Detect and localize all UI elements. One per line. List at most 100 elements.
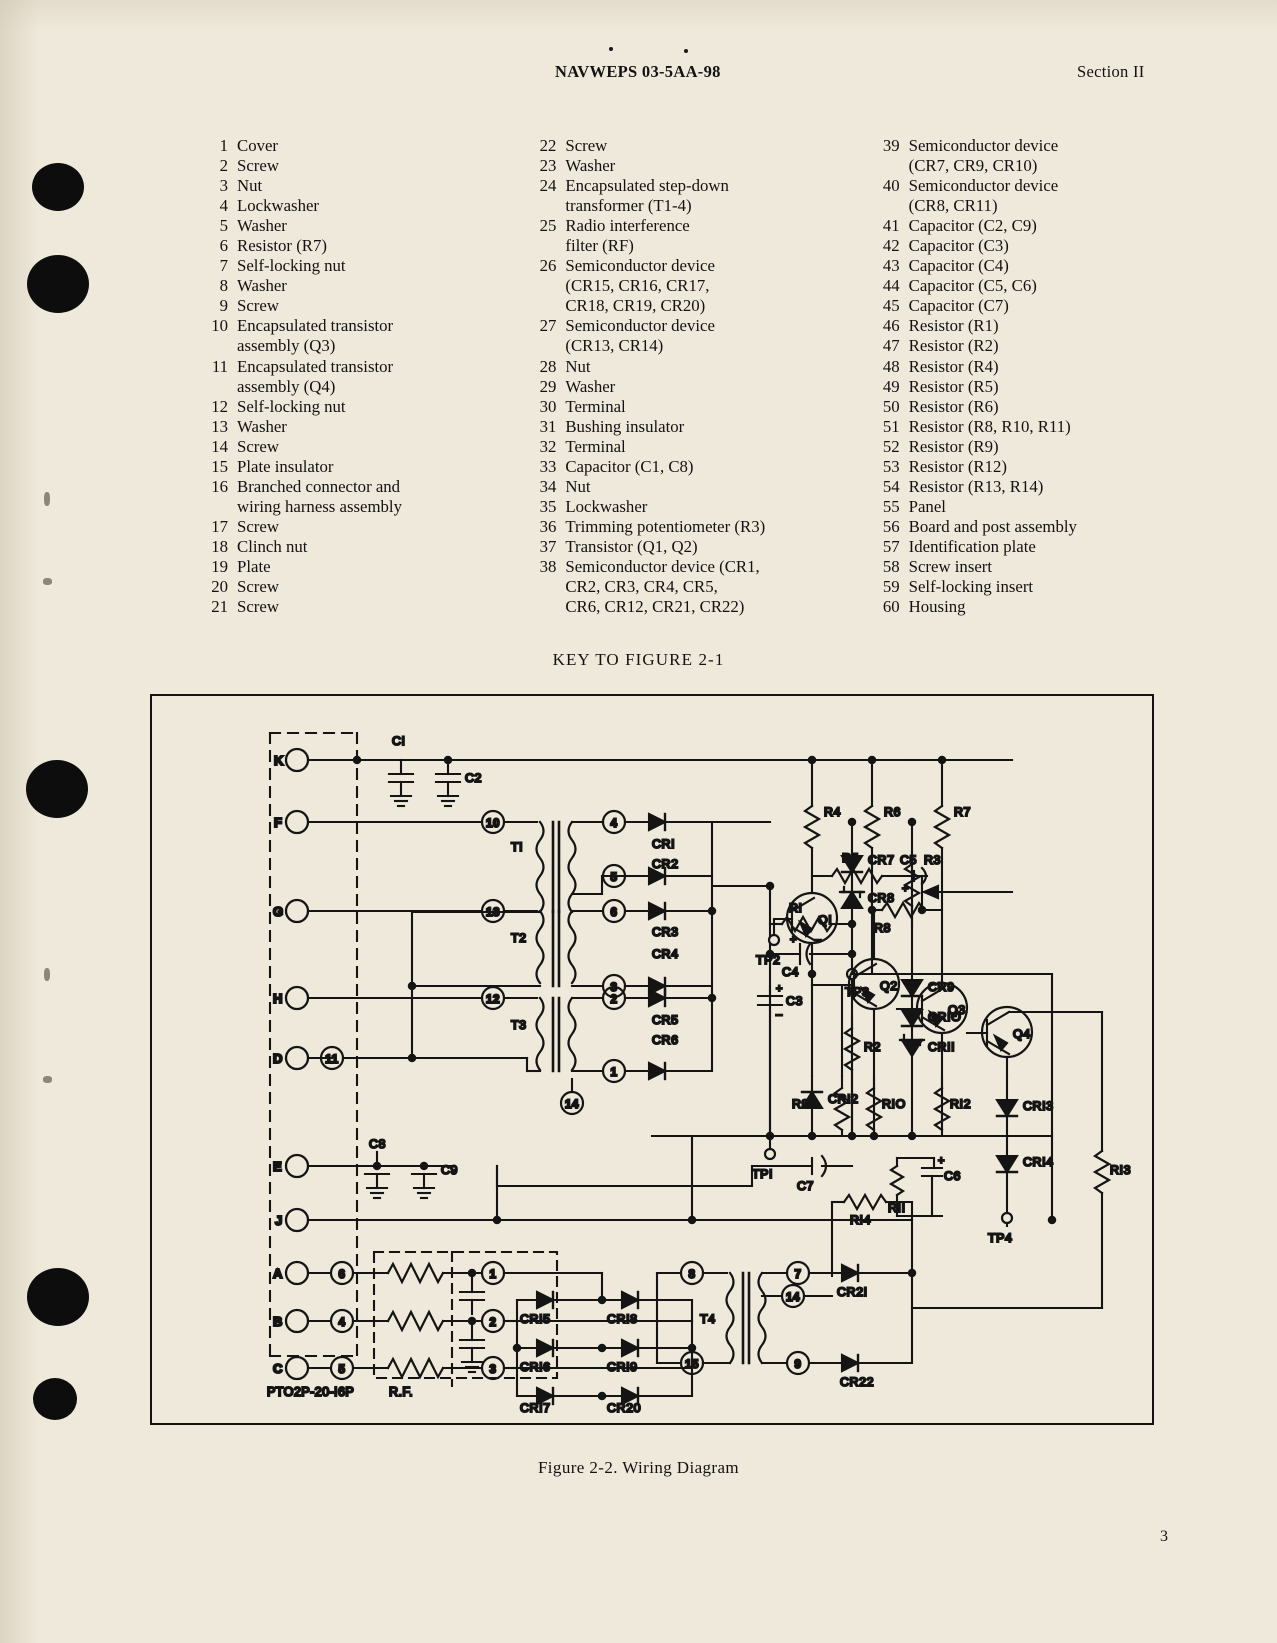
parts-key-text-line: Resistor (R5): [908, 376, 999, 396]
parts-key-item: 33 Capacitor (C1, C8): [528, 457, 871, 477]
parts-key-item: 47 Resistor (R2): [872, 336, 1200, 356]
parts-key-item: 51 Resistor (R8, R10, R11): [872, 417, 1200, 437]
parts-key-text-line: Screw: [237, 156, 279, 176]
component-label-CR6: CR6: [652, 1033, 679, 1047]
pin-6-rf: 6: [338, 1268, 345, 1281]
parts-key-text: Capacitor (C4): [909, 256, 1200, 276]
parts-key-item: 32 Terminal: [528, 437, 871, 457]
parts-key-text-line: Lockwasher: [565, 496, 648, 516]
parts-key-item: 56 Board and post assembly: [872, 517, 1200, 537]
parts-key-number: 19: [211, 556, 228, 576]
parts-key-text-line: Washer: [237, 276, 287, 296]
component-label-C3: C3: [786, 994, 803, 1008]
terminal-label-G: G: [273, 904, 284, 919]
parts-key-item: 35 Lockwasher: [528, 497, 871, 517]
parts-key-number: 60: [882, 597, 900, 617]
parts-key-text-line: Resistor (R7): [237, 236, 327, 256]
parts-key-text: Washer: [237, 417, 528, 437]
parts-key-number: 46: [882, 316, 900, 336]
parts-key-text-line: Screw insert: [908, 556, 993, 576]
parts-key-text-line: Resistor (R13, R14): [908, 476, 1044, 496]
parts-key-item: 1 Cover: [200, 136, 528, 156]
parts-key-number: 1: [219, 136, 228, 155]
parts-key-item: 53 Resistor (R12): [872, 457, 1200, 477]
pin-2: 2: [610, 993, 617, 1006]
terminal-label-H: H: [273, 991, 283, 1006]
pin-5-rf: 5: [338, 1363, 345, 1376]
parts-key-text: Screw: [237, 517, 528, 537]
parts-key-text-continuation: (CR7, CR9, CR10): [908, 156, 1038, 176]
parts-key-text: Clinch nut: [237, 537, 528, 557]
parts-key-text-line: Capacitor (C2, C9): [908, 216, 1037, 236]
parts-key-item: 13 Washer: [200, 417, 528, 437]
parts-key-text: Washer: [237, 276, 528, 296]
parts-key-text-continuation: wiring harness assembly: [237, 496, 402, 516]
parts-key-number: 33: [539, 456, 557, 476]
parts-key-number: 10: [211, 316, 228, 336]
polarity-plus-C6: +: [938, 1155, 945, 1167]
parts-key-text-line: Semiconductor device (CR1,: [565, 556, 760, 576]
parts-key-number: 58: [882, 556, 900, 576]
parts-key-text-continuation: CR6, CR12, CR21, CR22): [565, 597, 745, 617]
schematic-svg: K F G H D E J A B C CI C2 10 13 12 11 TI…: [266, 731, 1132, 1416]
parts-key-item: 27 Semiconductor device (CR13, CR14): [528, 316, 871, 356]
pin-4: 4: [610, 817, 617, 830]
parts-key-item: 58 Screw insert: [872, 557, 1200, 577]
component-label-CR21: CR2I: [837, 1285, 868, 1299]
parts-key-number: 55: [882, 496, 900, 516]
parts-key-text-continuation: CR2, CR3, CR4, CR5,: [565, 577, 718, 597]
punch-hole: [26, 760, 88, 818]
parts-key-number: 24: [539, 176, 557, 196]
polarity-plus-C3: +: [776, 983, 783, 995]
parts-key-number: 32: [539, 436, 557, 456]
parts-key-item: 9 Screw: [200, 296, 528, 316]
polarity-plus-C5: +: [902, 883, 909, 895]
component-label-C7: C7: [797, 1179, 814, 1193]
component-label-CR13: CRI3: [1023, 1099, 1054, 1113]
parts-key-number: 42: [882, 236, 900, 256]
parts-key-number: 9: [219, 296, 228, 316]
parts-key-text-line: Cover: [237, 136, 279, 155]
parts-key-text-line: Nut: [565, 476, 591, 496]
parts-key-text: Semiconductor device (CR7, CR9, CR10): [909, 136, 1200, 176]
parts-key-item: 49 Resistor (R5): [872, 377, 1200, 397]
parts-key-text-line: Screw: [565, 136, 608, 155]
parts-key-number: 4: [219, 196, 228, 216]
parts-key-text: Self-locking nut: [237, 256, 528, 276]
parts-key-text-line: Semiconductor device: [565, 256, 715, 276]
parts-key-number: 43: [882, 256, 900, 276]
parts-key-text: Screw: [237, 156, 528, 176]
parts-key-text-line: Washer: [237, 416, 287, 436]
component-label-R11: RII: [888, 1201, 906, 1215]
component-label-R12: RI2: [950, 1097, 971, 1111]
pin-4-rf: 4: [338, 1316, 345, 1329]
parts-key-number: 3: [219, 176, 228, 196]
parts-key-number: 29: [539, 376, 557, 396]
component-label-CR18: CRI8: [607, 1312, 638, 1326]
parts-key-text-line: Washer: [565, 156, 616, 176]
component-label-C9: C9: [441, 1163, 458, 1177]
parts-key-text: Screw: [237, 296, 528, 316]
ink-speck: [684, 49, 688, 53]
parts-key-text: Screw: [565, 136, 871, 156]
parts-key-number: 49: [882, 376, 900, 396]
parts-key-item: 46 Resistor (R1): [872, 316, 1200, 336]
pin-2-rf: 2: [489, 1316, 496, 1329]
parts-key-number: 31: [539, 416, 557, 436]
parts-key-item: 21 Screw: [200, 597, 528, 617]
punch-hole: [32, 163, 84, 211]
parts-key-text: Screw insert: [909, 557, 1200, 577]
parts-key-number: 17: [211, 516, 228, 536]
parts-key-number: 51: [882, 416, 900, 436]
punch-hole: [27, 255, 89, 313]
component-label-C8: C8: [369, 1137, 386, 1151]
parts-key-item: 29 Washer: [528, 377, 871, 397]
pin-15: 15: [685, 1358, 699, 1371]
parts-key-number: 45: [882, 296, 900, 316]
component-label-C6: C6: [944, 1169, 961, 1183]
parts-key-item: 52 Resistor (R9): [872, 437, 1200, 457]
terminal-label-B: B: [273, 1314, 283, 1329]
parts-key-item: 6 Resistor (R7): [200, 236, 528, 256]
parts-key-number: 15: [211, 456, 228, 476]
parts-key-column-2: 22 Screw 23 Washer 24 Encapsulated step-down t…: [528, 136, 871, 617]
